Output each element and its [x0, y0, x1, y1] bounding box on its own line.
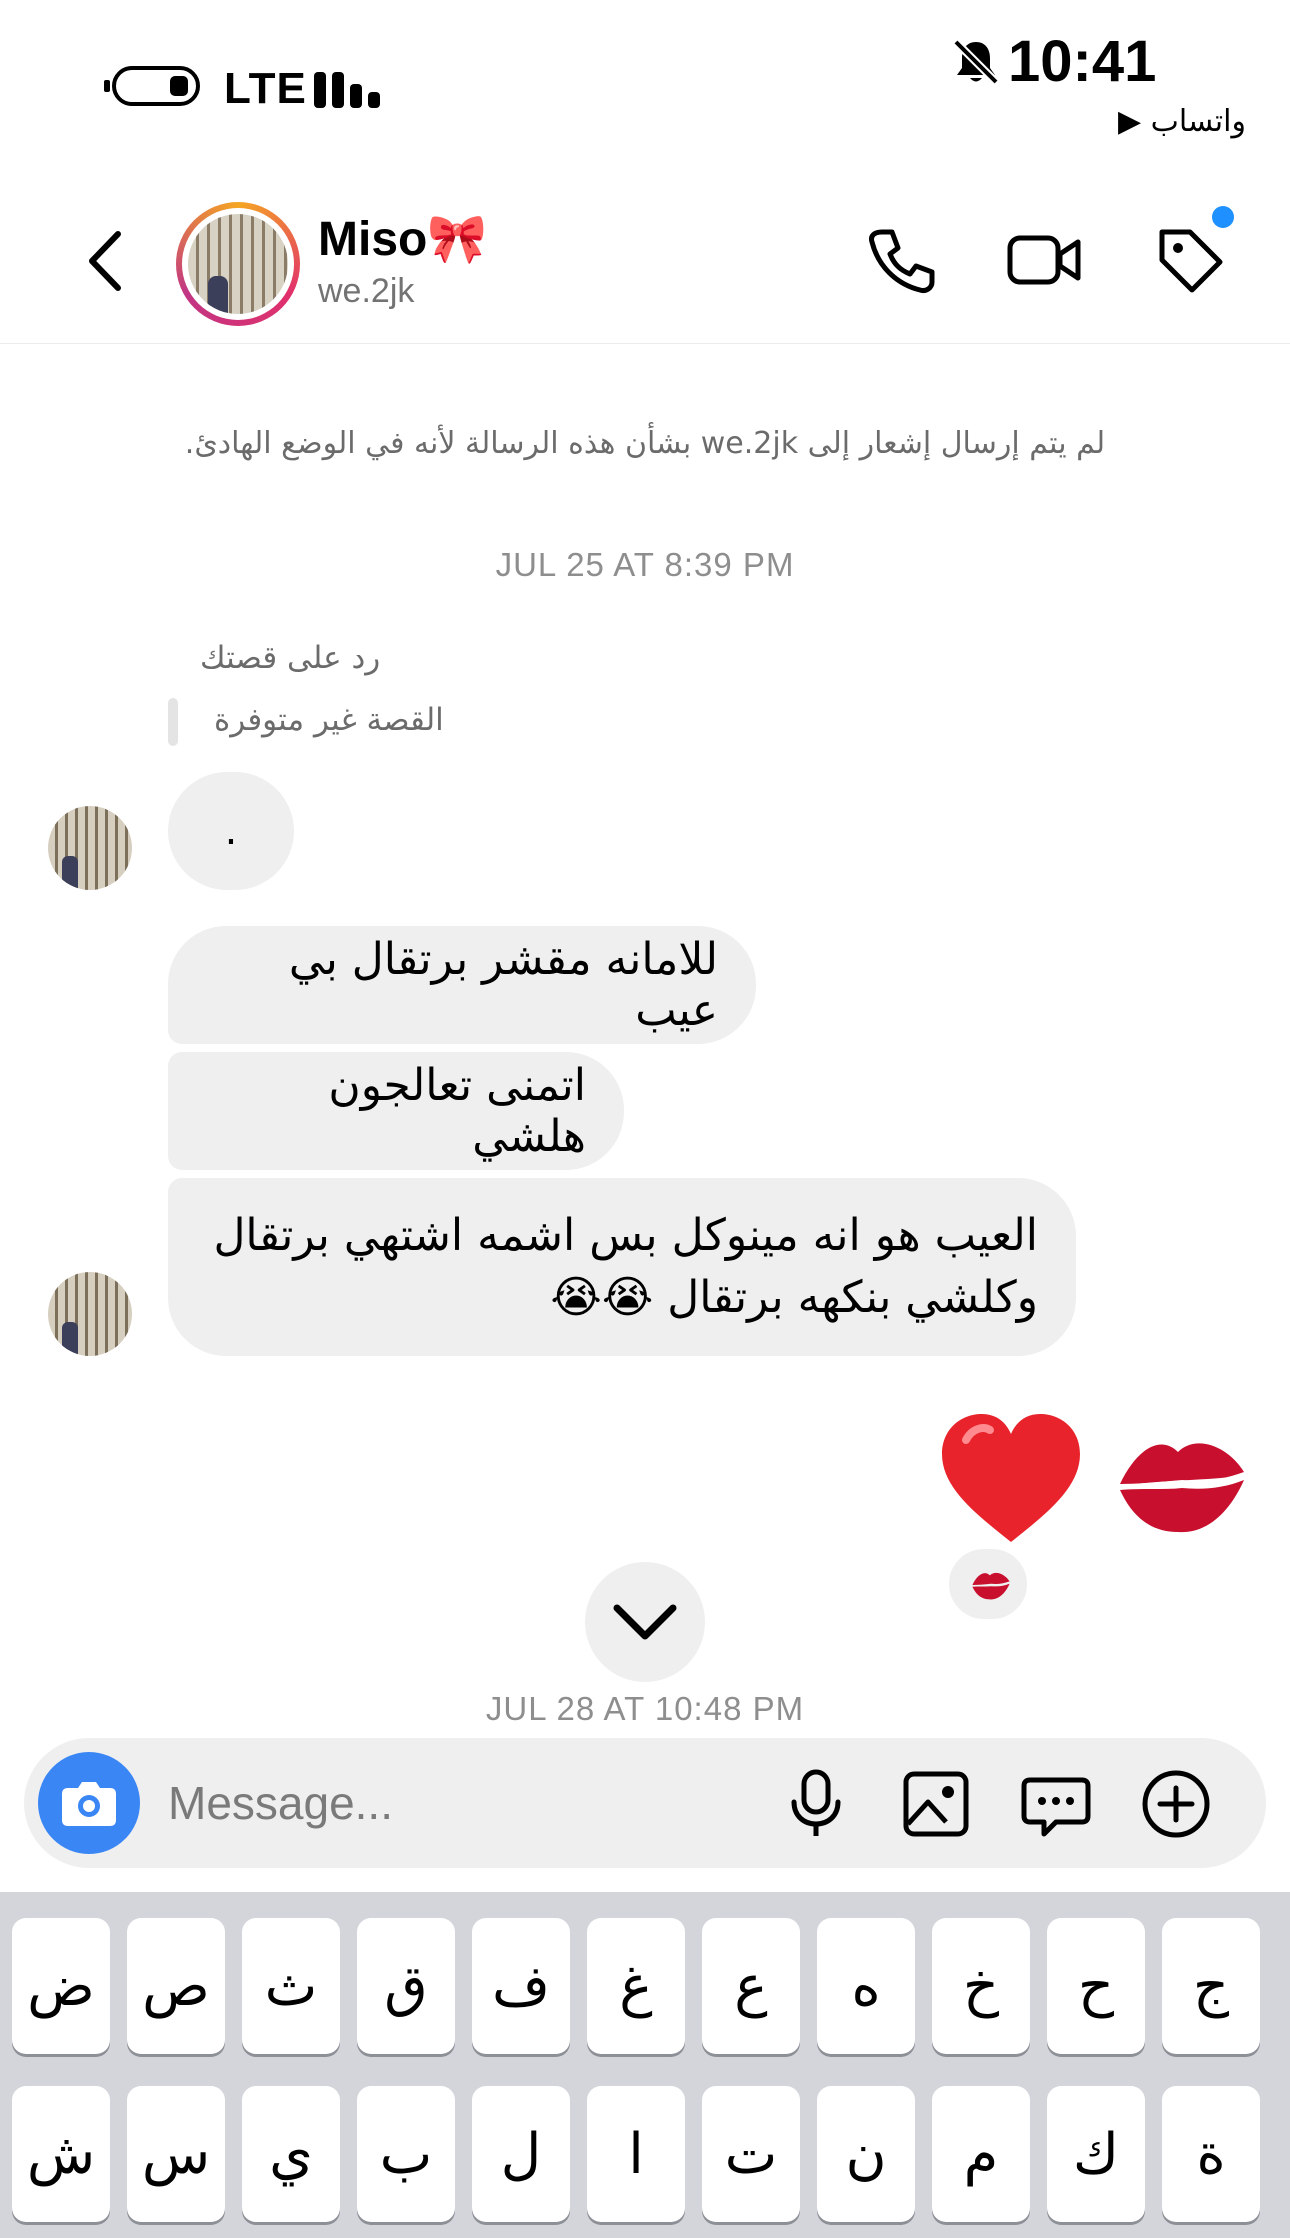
heart-emoji-message[interactable] [936, 1410, 1086, 1550]
timestamp: JUL 25 AT 8:39 PM [495, 546, 795, 583]
key[interactable]: خ [932, 1918, 1030, 2054]
key[interactable]: ص [127, 1918, 225, 2054]
timestamp: JUL 28 AT 10:48 PM [485, 1690, 805, 1727]
sticker-icon[interactable] [1016, 1764, 1096, 1844]
camera-button[interactable] [38, 1752, 140, 1854]
back-to-app-link[interactable]: واتساب ▶ [1118, 104, 1246, 139]
signal-icon [314, 64, 384, 108]
key[interactable]: ي [242, 2086, 340, 2222]
low-power-toggle-icon [112, 66, 200, 106]
microphone-icon[interactable] [776, 1764, 856, 1844]
status-bar: LTE 10:41 واتساب ▶ [0, 0, 1290, 170]
message-bubble[interactable]: العيب هو انه مينوكل بس اشمه اشتهي برتقال… [168, 1178, 1076, 1356]
message-bubble[interactable]: اتمنى تعالجون هلشي [168, 1052, 624, 1170]
key[interactable]: ف [472, 1918, 570, 2054]
tag-icon[interactable] [1150, 220, 1230, 300]
video-icon[interactable] [1004, 220, 1084, 300]
key[interactable]: ة [1162, 2086, 1260, 2222]
silent-bell-icon [953, 39, 999, 85]
sender-avatar[interactable] [48, 806, 132, 890]
camera-icon [62, 1782, 116, 1826]
quiet-mode-notice: لم يتم إرسال إشعار إلى we.2jk بشأن هذه ا… [184, 426, 1106, 461]
key[interactable]: ح [1047, 1918, 1145, 2054]
key[interactable]: غ [587, 1918, 685, 2054]
chat-header: Miso🎀 we.2jk [0, 170, 1290, 344]
message-input[interactable] [168, 1766, 648, 1840]
network-type: LTE [224, 64, 307, 113]
reply-quote-bar [168, 698, 178, 746]
key[interactable]: ث [242, 1918, 340, 2054]
key[interactable]: ع [702, 1918, 800, 2054]
key[interactable]: ج [1162, 1918, 1260, 2054]
add-icon[interactable] [1136, 1764, 1216, 1844]
key[interactable]: ك [1047, 2086, 1145, 2222]
message-bubble[interactable]: للامانه مقشر برتقال بي عيب [168, 926, 756, 1044]
story-reply-label: رد على قصتك [200, 640, 381, 676]
key[interactable]: س [127, 2086, 225, 2222]
key[interactable]: ا [587, 2086, 685, 2222]
key[interactable]: ق [357, 1918, 455, 2054]
key[interactable]: ب [357, 2086, 455, 2222]
keyboard: ض ص ث ق ف غ ع ه خ ح ج ش س ي ب ل ا ت ن م … [0, 1892, 1290, 2238]
scroll-to-bottom-button[interactable] [585, 1562, 705, 1682]
phone-icon[interactable] [860, 220, 940, 300]
key[interactable]: ت [702, 2086, 800, 2222]
key[interactable]: ه [817, 1918, 915, 2054]
chevron-down-icon [613, 1604, 677, 1640]
message-composer [24, 1738, 1266, 1868]
back-icon[interactable] [80, 226, 132, 296]
message-bubble[interactable]: . [168, 772, 294, 890]
key[interactable]: ش [12, 2086, 110, 2222]
kiss-reaction-icon [972, 1572, 1010, 1600]
key[interactable]: ض [12, 1918, 110, 2054]
kiss-emoji-message[interactable] [1112, 1424, 1252, 1544]
key[interactable]: ن [817, 2086, 915, 2222]
key[interactable]: م [932, 2086, 1030, 2222]
battery-nub [104, 80, 110, 92]
contact-name[interactable]: Miso🎀 [318, 210, 487, 267]
reaction-badge[interactable] [946, 1546, 1030, 1622]
sender-avatar[interactable] [48, 1272, 132, 1356]
clock: 10:41 [1008, 29, 1157, 94]
gallery-icon[interactable] [896, 1764, 976, 1844]
notification-dot [1212, 206, 1234, 228]
story-unavailable-text: القصة غير متوفرة [214, 702, 444, 738]
avatar[interactable] [176, 202, 300, 326]
key[interactable]: ل [472, 2086, 570, 2222]
contact-username[interactable]: we.2jk [318, 272, 414, 311]
